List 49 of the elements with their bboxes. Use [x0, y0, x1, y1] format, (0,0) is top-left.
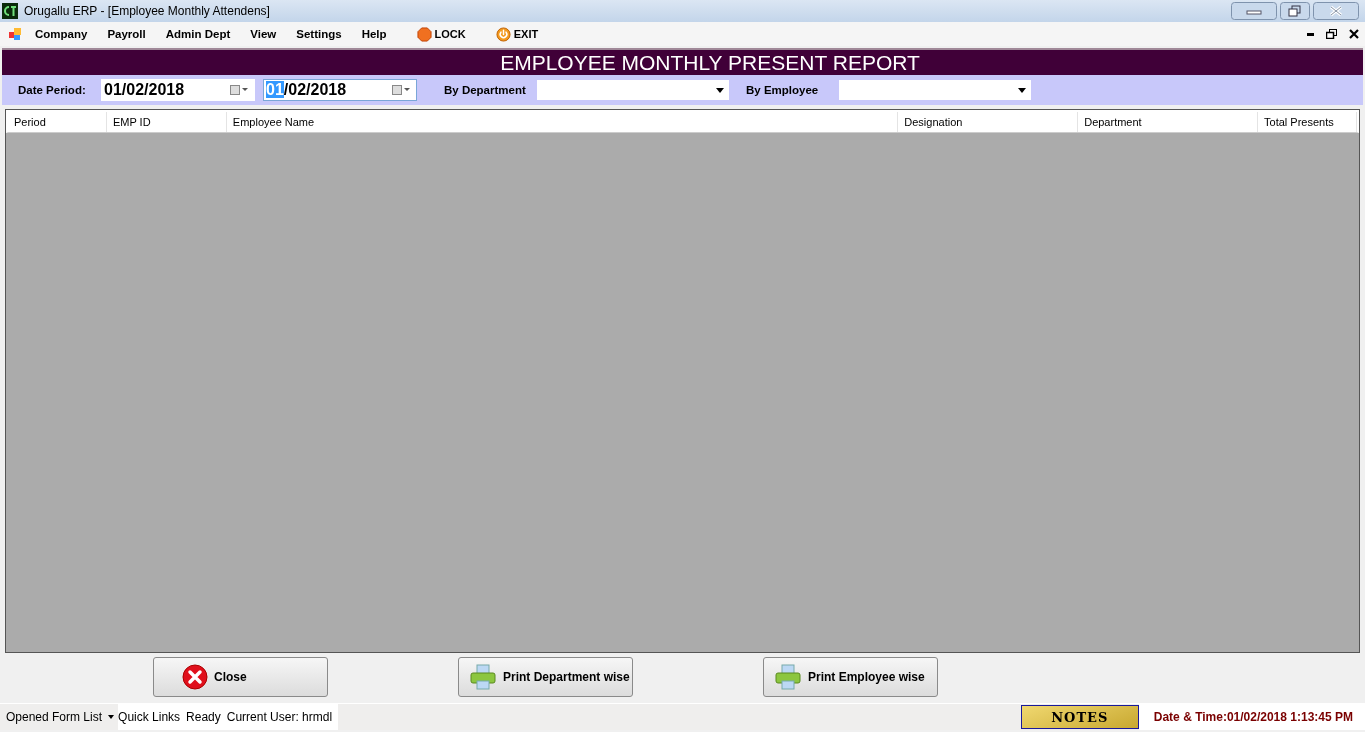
menu-item[interactable]: Help [361, 28, 387, 40]
column-header[interactable]: Total Presents [1258, 112, 1357, 132]
caret-icon[interactable] [108, 715, 115, 719]
employee-label: By Employee [746, 84, 820, 96]
report-title: EMPLOYEE MONTHLY PRESENT REPORT [500, 50, 920, 75]
column-header[interactable]: Period [8, 112, 107, 132]
close-icon[interactable] [1349, 29, 1359, 39]
caret-icon[interactable] [1018, 87, 1026, 93]
exit-label[interactable]: EXIT [513, 28, 539, 40]
current-user: Current User: hrmdl [226, 710, 333, 724]
column-header[interactable]: Employee Name [226, 112, 899, 132]
form-icon[interactable] [8, 27, 22, 41]
opened-form-list-dropdown[interactable]: Opened Form List [0, 704, 119, 730]
restore-button[interactable] [1280, 2, 1310, 20]
column-header[interactable]: Department [1078, 112, 1259, 132]
calendar-dropdown-icon[interactable] [230, 84, 250, 96]
column-header[interactable]: EMP ID [106, 112, 227, 132]
calendar-dropdown-icon[interactable] [392, 84, 412, 96]
data-grid[interactable]: Period EMP ID Employee Name Designation Department Total Presents [5, 109, 1360, 653]
menu-item[interactable]: Admin Dept [165, 28, 231, 40]
close-button[interactable]: Close [153, 657, 328, 697]
print-button[interactable]: Print Employee wise [763, 657, 938, 697]
print-button[interactable]: Print Department wise [458, 657, 633, 697]
column-header[interactable]: Designation [898, 112, 1079, 132]
date-period-label: Date Period: [18, 84, 87, 96]
menu-item[interactable]: Payroll [107, 28, 146, 40]
menu-item[interactable]: View [250, 28, 277, 40]
power-icon[interactable] [495, 26, 511, 42]
printer-icon [469, 663, 497, 691]
window-title: Orugallu ERP - [Employee Monthly Attendens] [24, 4, 270, 18]
quick-links[interactable]: Quick Links [118, 710, 181, 724]
date-picker[interactable]: 01/02/2018 [101, 79, 255, 101]
dropdown-field[interactable] [537, 80, 729, 100]
department-label: By Department [444, 84, 527, 96]
lock-label[interactable]: LOCK [434, 28, 466, 40]
dropdown-field[interactable] [839, 80, 1031, 100]
date-time: Date & Time:01/02/2018 1:13:45 PM [1138, 704, 1365, 730]
printer-icon [774, 663, 802, 691]
close-window-button[interactable] [1313, 2, 1359, 20]
hexagon-icon[interactable] [416, 26, 432, 42]
status-text: Ready [186, 710, 221, 724]
app-logo-icon [2, 3, 18, 19]
menu-item[interactable]: Settings [296, 28, 342, 40]
close-icon [182, 664, 208, 690]
restore-icon[interactable] [1326, 29, 1337, 39]
caret-icon[interactable] [716, 87, 724, 93]
menu-item[interactable]: Company [35, 28, 88, 40]
minimize-icon[interactable] [1307, 32, 1314, 36]
notes-button[interactable]: NOTES [1020, 705, 1139, 729]
